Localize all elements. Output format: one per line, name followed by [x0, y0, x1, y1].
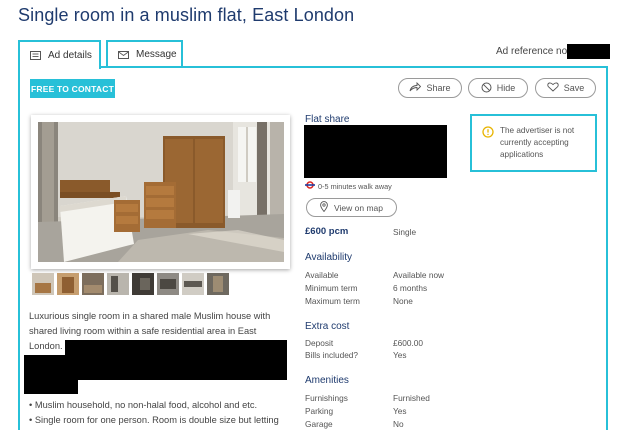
thumbnail[interactable]: [132, 273, 154, 295]
amenity-key: Garage: [305, 419, 333, 429]
availability-key: Minimum term: [305, 283, 358, 293]
tab-label: Ad details: [48, 50, 92, 61]
redacted-description: [65, 340, 287, 380]
amenity-key: Furnishings: [305, 393, 348, 403]
map-button-label: View on map: [334, 202, 383, 213]
walk-text: 0-5 minutes walk away: [318, 181, 392, 191]
availability-heading: Availability: [305, 252, 353, 263]
tab-message[interactable]: Message: [106, 40, 183, 67]
thumbnail[interactable]: [57, 273, 79, 295]
list-item: Single room for one person. Room is doub…: [29, 413, 279, 428]
photo-thumbnails: [32, 273, 229, 295]
amenity-value: No: [393, 419, 404, 429]
extra-cost-value: Yes: [393, 350, 407, 360]
notice-text: The advertiser is not currently acceptin…: [500, 126, 575, 159]
view-on-map-button[interactable]: View on map: [306, 198, 397, 217]
thumbnail[interactable]: [107, 273, 129, 295]
rent-price: £600 pcm: [305, 226, 349, 237]
applications-notice: The advertiser is not currently acceptin…: [470, 114, 597, 172]
thumbnail[interactable]: [32, 273, 54, 295]
share-label: Share: [426, 83, 451, 93]
heart-icon: [547, 82, 559, 94]
hide-button[interactable]: Hide: [468, 78, 528, 98]
location-pin-icon: [320, 201, 328, 214]
tab-label: Message: [136, 49, 177, 60]
redacted-address: [304, 125, 447, 178]
walk-distance: 0-5 minutes walk away: [305, 181, 392, 191]
free-to-contact-badge[interactable]: FREE TO CONTACT: [30, 79, 115, 98]
share-button[interactable]: Share: [398, 78, 462, 98]
save-button[interactable]: Save: [535, 78, 596, 98]
availability-key: Maximum term: [305, 296, 360, 306]
underground-icon: [305, 181, 315, 191]
availability-value: Available now: [393, 270, 445, 280]
extra-cost-key: Bills included?: [305, 350, 359, 360]
flat-type-heading: Flat share: [305, 114, 350, 125]
amenity-value: Furnished: [393, 393, 430, 403]
list-item: Muslim household, no non-halal food, alc…: [29, 398, 279, 413]
hide-label: Hide: [496, 83, 516, 93]
availability-key: Available: [305, 270, 339, 280]
main-room-photo[interactable]: [38, 122, 284, 262]
availability-value: None: [393, 296, 413, 306]
room-type: Single: [393, 227, 417, 237]
availability-value: 6 months: [393, 283, 428, 293]
envelope-icon: [118, 50, 129, 59]
page-title: Single room in a muslim flat, East Londo…: [18, 5, 355, 25]
extra-cost-key: Deposit: [305, 338, 334, 348]
thumbnail[interactable]: [157, 273, 179, 295]
thumbnail[interactable]: [82, 273, 104, 295]
amenity-key: Parking: [305, 406, 334, 416]
hide-icon: [481, 82, 492, 95]
warning-icon: [482, 125, 494, 143]
extra-cost-value: £600.00: [393, 338, 423, 348]
thumbnail[interactable]: [182, 273, 204, 295]
amenities-heading: Amenities: [305, 375, 349, 386]
list-icon: [30, 51, 41, 60]
tab-ad-details[interactable]: Ad details: [18, 40, 101, 69]
amenity-value: Yes: [393, 406, 407, 416]
ad-reference-label: Ad reference no.: [496, 46, 570, 57]
description-bullets: Muslim household, no non-halal food, alc…: [29, 398, 279, 428]
save-label: Save: [563, 83, 585, 93]
extra-cost-heading: Extra cost: [305, 321, 350, 332]
redacted-reference: [567, 44, 610, 59]
redacted-description: [24, 355, 78, 394]
share-icon: [409, 81, 422, 94]
thumbnail[interactable]: [207, 273, 229, 295]
